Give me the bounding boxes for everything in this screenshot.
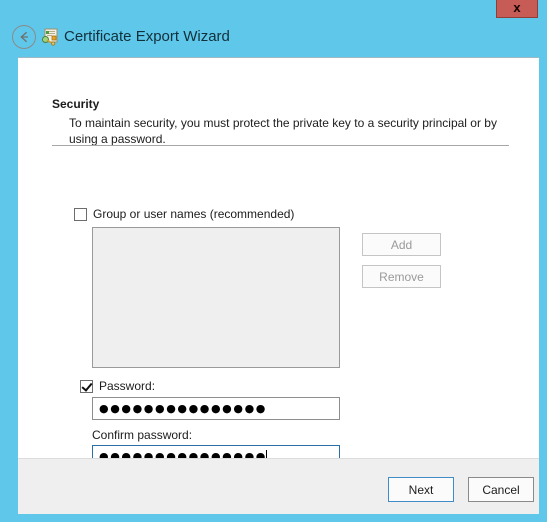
dialog-client-area: Security To maintain security, you must … bbox=[18, 57, 539, 514]
title-bar: x Certificate Export Wizard bbox=[0, 0, 547, 57]
password-input-value: ●●●●●●●●●●●●●●● bbox=[99, 401, 267, 415]
page-title: Security bbox=[52, 97, 100, 111]
group-user-names-label: Group or user names (recommended) bbox=[93, 207, 295, 221]
certificate-icon bbox=[41, 28, 59, 46]
group-user-names-listbox[interactable] bbox=[92, 227, 340, 368]
next-button[interactable]: Next bbox=[388, 477, 454, 502]
cancel-button[interactable]: Cancel bbox=[468, 477, 534, 502]
remove-button[interactable]: Remove bbox=[362, 265, 441, 288]
certificate-export-wizard-window: x Certificate Export Wizard Security To … bbox=[0, 0, 547, 522]
close-button[interactable]: x bbox=[496, 0, 538, 18]
window-title: Certificate Export Wizard bbox=[64, 28, 230, 45]
confirm-password-label: Confirm password: bbox=[92, 428, 193, 442]
password-checkbox-row[interactable]: Password: bbox=[80, 379, 155, 393]
group-user-names-checkbox[interactable] bbox=[74, 207, 87, 221]
wizard-page-body: Security To maintain security, you must … bbox=[18, 58, 539, 468]
password-input[interactable]: ●●●●●●●●●●●●●●● bbox=[92, 397, 340, 420]
dialog-footer: Next Cancel bbox=[18, 458, 539, 514]
page-description: To maintain security, you must protect t… bbox=[69, 116, 497, 146]
group-user-names-checkbox-row[interactable]: Group or user names (recommended) bbox=[74, 207, 294, 221]
add-button[interactable]: Add bbox=[362, 233, 441, 256]
password-checkbox[interactable] bbox=[80, 379, 93, 393]
password-label: Password: bbox=[99, 379, 156, 393]
back-button[interactable] bbox=[12, 25, 36, 49]
back-arrow-icon bbox=[17, 30, 31, 44]
header-divider bbox=[52, 145, 509, 146]
